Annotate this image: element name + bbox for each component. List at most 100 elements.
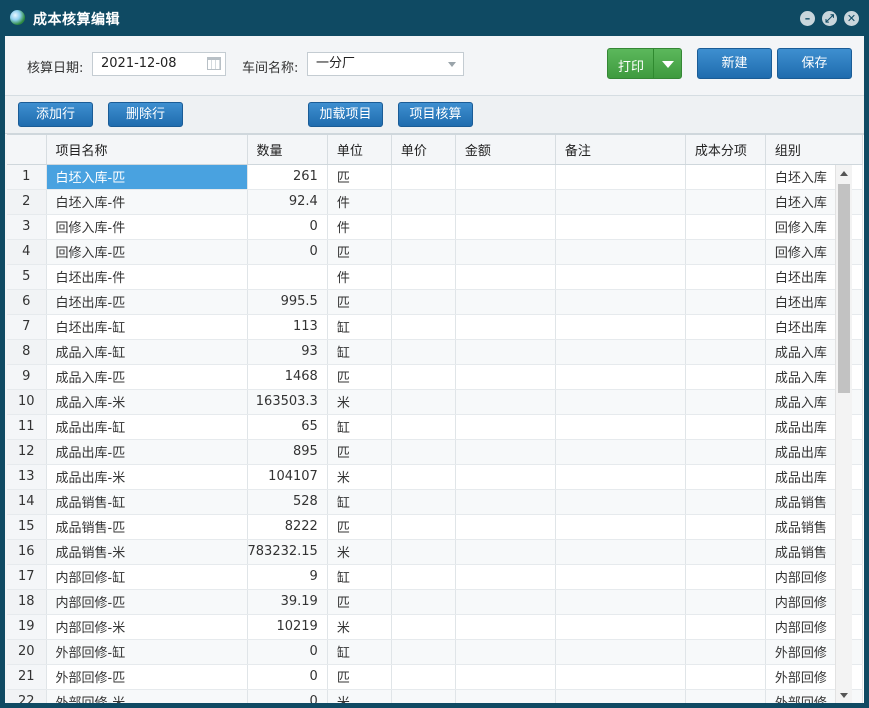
note-cell[interactable] <box>555 364 686 390</box>
cost-item-cell[interactable] <box>685 314 766 340</box>
unit-cell[interactable]: 缸 <box>327 414 392 440</box>
unit-price-cell[interactable] <box>391 439 456 465</box>
unit-cell[interactable]: 匹 <box>327 514 392 540</box>
note-cell[interactable] <box>555 389 686 415</box>
table-row[interactable]: 4 回修入库-匹 0 匹回修入库 <box>7 239 863 265</box>
note-cell[interactable] <box>555 214 686 240</box>
amount-cell[interactable] <box>455 589 556 615</box>
table-row[interactable]: 9 成品入库-匹 1468 匹成品入库 <box>7 364 863 390</box>
amount-cell[interactable] <box>455 439 556 465</box>
add-row-button[interactable]: 添加行 <box>18 102 93 127</box>
chevron-down-icon[interactable] <box>448 62 456 67</box>
cost-item-cell[interactable] <box>685 214 766 240</box>
quantity-cell[interactable]: 1468 <box>247 364 328 390</box>
name-cell[interactable]: 回修入库-匹 <box>46 239 248 265</box>
table-row[interactable]: 20 外部回修-缸 0 缸外部回修 <box>7 639 863 665</box>
calendar-icon[interactable] <box>207 57 221 70</box>
unit-cell[interactable]: 缸 <box>327 314 392 340</box>
amount-cell[interactable] <box>455 364 556 390</box>
quantity-cell[interactable]: 783232.15 <box>247 539 328 565</box>
amount-cell[interactable] <box>455 614 556 640</box>
quantity-cell[interactable]: 163503.3 <box>247 389 328 415</box>
cost-item-cell[interactable] <box>685 239 766 265</box>
name-cell[interactable]: 白坯出库-缸 <box>46 314 248 340</box>
cost-item-cell[interactable] <box>685 614 766 640</box>
quantity-cell[interactable]: 0 <box>247 639 328 665</box>
table-row[interactable]: 15 成品销售-匹 8222 匹成品销售 <box>7 514 863 540</box>
cost-item-cell[interactable] <box>685 264 766 290</box>
load-items-button[interactable]: 加载项目 <box>308 102 383 127</box>
table-row[interactable]: 6 白坯出库-匹 995.5 匹白坯出库 <box>7 289 863 315</box>
note-cell[interactable] <box>555 439 686 465</box>
quantity-cell[interactable]: 104107 <box>247 464 328 490</box>
scroll-up-icon[interactable] <box>840 171 848 176</box>
note-cell[interactable] <box>555 689 686 703</box>
amount-cell[interactable] <box>455 489 556 515</box>
column-header-note[interactable]: 备注 <box>555 135 686 165</box>
amount-cell[interactable] <box>455 414 556 440</box>
unit-cell[interactable]: 米 <box>327 614 392 640</box>
name-cell[interactable]: 成品入库-米 <box>46 389 248 415</box>
name-cell[interactable]: 成品销售-匹 <box>46 514 248 540</box>
amount-cell[interactable] <box>455 314 556 340</box>
unit-cell[interactable]: 米 <box>327 539 392 565</box>
cost-item-cell[interactable] <box>685 589 766 615</box>
name-cell[interactable]: 成品出库-米 <box>46 464 248 490</box>
quantity-cell[interactable]: 39.19 <box>247 589 328 615</box>
name-cell[interactable]: 成品销售-缸 <box>46 489 248 515</box>
table-row[interactable]: 5 白坯出库-件件白坯出库 <box>7 264 863 290</box>
unit-cell[interactable]: 件 <box>327 189 392 215</box>
close-icon[interactable]: ✕ <box>844 11 859 26</box>
unit-price-cell[interactable] <box>391 289 456 315</box>
note-cell[interactable] <box>555 164 686 190</box>
unit-cell[interactable]: 米 <box>327 389 392 415</box>
amount-cell[interactable] <box>455 214 556 240</box>
cost-item-cell[interactable] <box>685 364 766 390</box>
name-cell[interactable]: 内部回修-缸 <box>46 564 248 590</box>
name-cell[interactable]: 外部回修-缸 <box>46 639 248 665</box>
table-row[interactable]: 19 内部回修-米 10219 米内部回修 <box>7 614 863 640</box>
name-cell[interactable]: 白坯入库-匹 <box>46 164 248 190</box>
unit-price-cell[interactable] <box>391 239 456 265</box>
unit-price-cell[interactable] <box>391 514 456 540</box>
table-row[interactable]: 7 白坯出库-缸 113 缸白坯出库 <box>7 314 863 340</box>
table-row[interactable]: 22外部回修-米0米外部回修 <box>7 689 863 703</box>
quantity-cell[interactable]: 0 <box>247 664 328 690</box>
note-cell[interactable] <box>555 614 686 640</box>
name-cell[interactable]: 外部回修-匹 <box>46 664 248 690</box>
quantity-cell[interactable]: 9 <box>247 564 328 590</box>
amount-cell[interactable] <box>455 189 556 215</box>
name-cell[interactable]: 外部回修-米 <box>46 689 248 703</box>
unit-price-cell[interactable] <box>391 489 456 515</box>
quantity-cell[interactable]: 895 <box>247 439 328 465</box>
name-cell[interactable]: 成品销售-米 <box>46 539 248 565</box>
cost-item-cell[interactable] <box>685 489 766 515</box>
table-row[interactable]: 10 成品入库-米 163503.3 米成品入库 <box>7 389 863 415</box>
unit-price-cell[interactable] <box>391 189 456 215</box>
unit-price-cell[interactable] <box>391 664 456 690</box>
unit-cell[interactable]: 缸 <box>327 564 392 590</box>
note-cell[interactable] <box>555 539 686 565</box>
workshop-select[interactable]: 一分厂 <box>307 52 464 76</box>
delete-row-button[interactable]: 删除行 <box>108 102 183 127</box>
cost-item-cell[interactable] <box>685 164 766 190</box>
note-cell[interactable] <box>555 264 686 290</box>
unit-price-cell[interactable] <box>391 589 456 615</box>
table-row[interactable]: 2 白坯入库-件 92.4 件白坯入库 <box>7 189 863 215</box>
cost-item-cell[interactable] <box>685 189 766 215</box>
unit-cell[interactable]: 匹 <box>327 664 392 690</box>
quantity-cell[interactable]: 113 <box>247 314 328 340</box>
table-row[interactable]: 18 内部回修-匹 39.19 匹内部回修 <box>7 589 863 615</box>
amount-cell[interactable] <box>455 289 556 315</box>
note-cell[interactable] <box>555 189 686 215</box>
name-cell[interactable]: 内部回修-匹 <box>46 589 248 615</box>
note-cell[interactable] <box>555 314 686 340</box>
unit-cell[interactable]: 缸 <box>327 339 392 365</box>
name-cell[interactable]: 成品出库-缸 <box>46 414 248 440</box>
note-cell[interactable] <box>555 664 686 690</box>
unit-price-cell[interactable] <box>391 364 456 390</box>
cost-item-cell[interactable] <box>685 664 766 690</box>
quantity-cell[interactable]: 0 <box>247 214 328 240</box>
quantity-cell[interactable]: 8222 <box>247 514 328 540</box>
quantity-cell[interactable]: 0 <box>247 689 328 703</box>
